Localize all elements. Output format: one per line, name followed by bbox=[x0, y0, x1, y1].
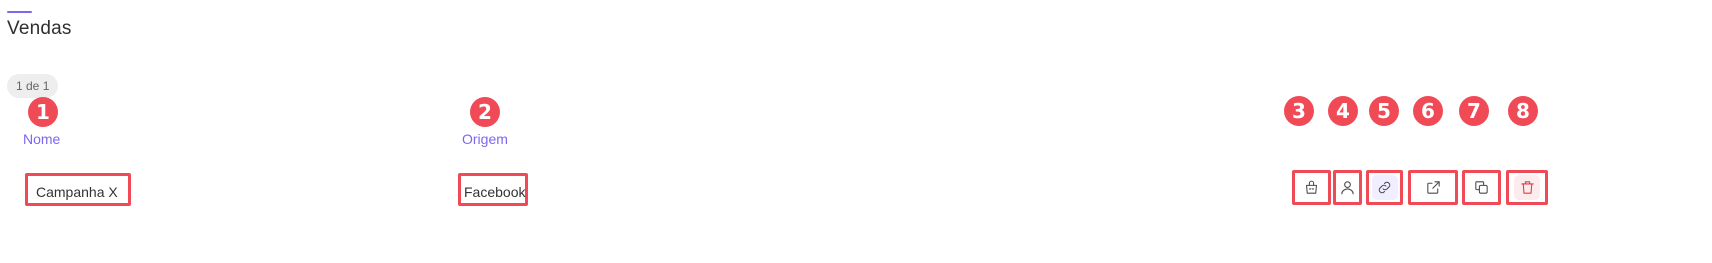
external-link-icon bbox=[1426, 181, 1440, 194]
campaign-origin-cell[interactable]: Facebook bbox=[458, 173, 528, 206]
link-action-surface bbox=[1371, 175, 1398, 200]
callout-marker-3: 3 bbox=[1284, 96, 1314, 126]
link-icon bbox=[1378, 181, 1391, 194]
user-action-button[interactable] bbox=[1333, 170, 1362, 205]
callout-marker-4: 4 bbox=[1328, 96, 1358, 126]
delete-action-surface bbox=[1514, 175, 1540, 200]
user-icon bbox=[1341, 181, 1354, 195]
bag-icon bbox=[1306, 180, 1317, 194]
duplicate-button[interactable] bbox=[1462, 170, 1501, 205]
callout-marker-8: 8 bbox=[1508, 96, 1538, 126]
callout-marker-1: 1 bbox=[28, 97, 58, 127]
callout-marker-2: 2 bbox=[470, 97, 500, 127]
title-accent-bar bbox=[7, 11, 32, 13]
callout-marker-6: 6 bbox=[1413, 96, 1443, 126]
copy-icon bbox=[1475, 181, 1488, 194]
pagination-badge: 1 de 1 bbox=[7, 74, 59, 98]
bag-action-button[interactable] bbox=[1292, 170, 1331, 205]
delete-button[interactable] bbox=[1506, 170, 1548, 205]
column-header-nome[interactable]: Nome bbox=[23, 131, 60, 147]
link-action-button[interactable] bbox=[1366, 170, 1403, 205]
campaign-name-cell[interactable]: Campanha X bbox=[25, 173, 131, 206]
page-title: Vendas bbox=[7, 18, 72, 39]
open-external-button[interactable] bbox=[1408, 170, 1458, 205]
trash-icon bbox=[1520, 181, 1534, 194]
callout-marker-5: 5 bbox=[1369, 96, 1399, 126]
column-header-origem[interactable]: Origem bbox=[462, 131, 508, 147]
bag-action-surface bbox=[1299, 175, 1325, 200]
callout-marker-7: 7 bbox=[1459, 96, 1489, 126]
